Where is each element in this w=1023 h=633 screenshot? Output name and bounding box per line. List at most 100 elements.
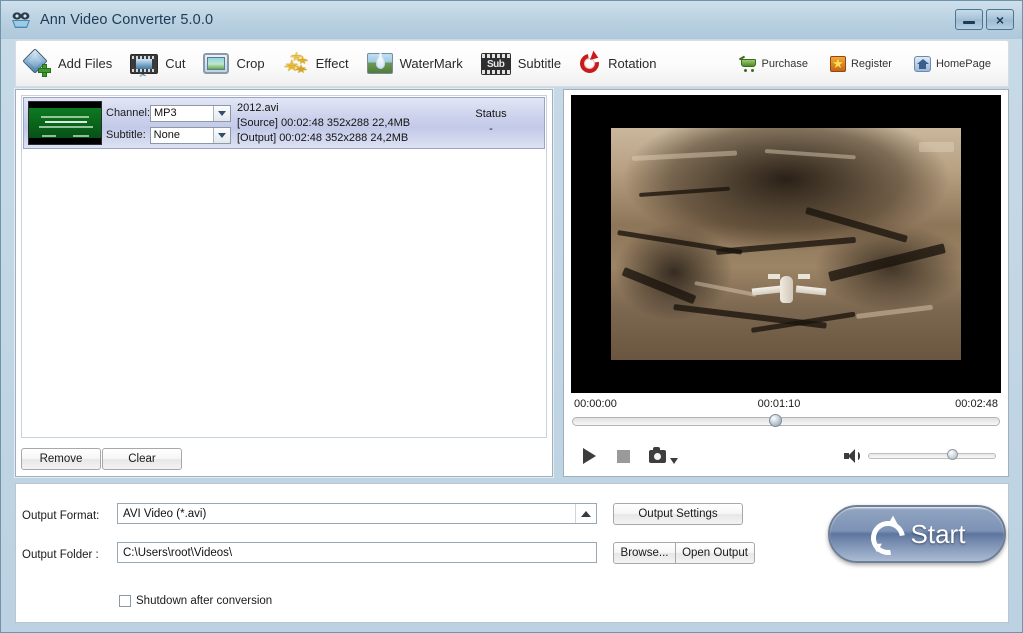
- subtitle-icon-text: Sub: [487, 58, 505, 70]
- watermark-icon: [366, 52, 393, 75]
- start-button-label: Start: [910, 518, 966, 549]
- toolbar-label-watermark: WaterMark: [399, 56, 463, 71]
- output-settings-panel: Output Format: AVI Video (*.avi) Output …: [15, 483, 1009, 623]
- toolbar-right-group: Purchase ★ Register HomePage: [728, 55, 1009, 72]
- effect-icon: ★ ★ ★ ★: [284, 48, 308, 76]
- chevron-down-icon: [670, 458, 678, 464]
- output-settings-button[interactable]: Output Settings: [613, 503, 743, 525]
- remove-button[interactable]: Remove: [21, 448, 101, 470]
- preview-panel: 00:00:00 00:01:10 00:02:48: [563, 89, 1009, 477]
- rotation-icon: [576, 49, 603, 77]
- time-current: 00:01:10: [757, 398, 801, 410]
- subtitle-row: Subtitle: None: [106, 126, 231, 144]
- time-total: 00:02:48: [955, 398, 998, 410]
- subtitle-icon: Sub: [480, 52, 511, 76]
- seek-handle[interactable]: [768, 414, 782, 427]
- play-button[interactable]: [576, 445, 602, 467]
- video-frame-image: [611, 128, 961, 360]
- toolbar-label-crop: Crop: [236, 56, 265, 71]
- volume-control: [844, 449, 996, 463]
- close-button[interactable]: ×: [986, 9, 1014, 30]
- window-controls: ×: [955, 9, 1014, 30]
- toolbar-item-homepage[interactable]: HomePage: [903, 55, 1002, 72]
- window-title: Ann Video Converter 5.0.0: [40, 12, 214, 28]
- player-controls: [564, 438, 1008, 474]
- row-selectors: Channel: MP3 Subtitle: None: [106, 98, 231, 148]
- main-toolbar: Add Files ✂ Cut Crop ★ ★ ★ ★ Effect WaterMa…: [15, 40, 1009, 87]
- subtitle-value: None: [153, 129, 180, 141]
- toolbar-label-subtitle: Subtitle: [517, 56, 562, 71]
- home-icon: [913, 55, 931, 72]
- toolbar-item-cut[interactable]: ✂ Cut: [121, 41, 194, 86]
- output-format-field[interactable]: AVI Video (*.avi): [117, 503, 597, 524]
- toolbar-item-rotation[interactable]: Rotation: [570, 41, 665, 86]
- output-info: [Output] 00:02:48 352x288 24,2MB: [237, 132, 409, 144]
- channel-select[interactable]: MP3: [150, 104, 231, 122]
- volume-slider[interactable]: [868, 449, 996, 462]
- status-column: Status -: [444, 98, 544, 148]
- toolbar-label-effect: Effect: [315, 56, 349, 71]
- chevron-up-icon[interactable]: [575, 504, 596, 523]
- time-start: 00:00:00: [574, 398, 617, 410]
- channel-value: MP3: [154, 107, 177, 119]
- subtitle-select[interactable]: None: [149, 126, 231, 144]
- seek-track[interactable]: [572, 417, 1000, 426]
- toolbar-label-cut: Cut: [165, 56, 186, 71]
- browse-button[interactable]: Browse...: [613, 542, 676, 564]
- volume-track: [868, 453, 996, 459]
- subtitle-label: Subtitle:: [106, 129, 146, 141]
- open-output-button[interactable]: Open Output: [675, 542, 755, 564]
- minimize-button[interactable]: [955, 9, 983, 30]
- checkbox-box[interactable]: [119, 595, 131, 607]
- stop-button[interactable]: [610, 445, 636, 467]
- file-name: 2012.avi: [237, 102, 279, 114]
- cut-icon: ✂: [130, 52, 159, 80]
- toolbar-item-register[interactable]: ★ Register: [819, 55, 903, 72]
- toolbar-item-effect[interactable]: ★ ★ ★ ★ Effect: [274, 41, 358, 86]
- output-folder-label: Output Folder :: [22, 549, 99, 561]
- table-row[interactable]: Channel: MP3 Subtitle: None 2012.avi [So…: [23, 97, 545, 149]
- start-button[interactable]: Start: [828, 505, 1006, 563]
- chevron-down-icon[interactable]: [213, 127, 230, 143]
- output-format-label: Output Format:: [22, 510, 100, 522]
- snapshot-button[interactable]: [644, 445, 678, 467]
- star-badge-icon: ★: [829, 55, 846, 72]
- shutdown-label: Shutdown after conversion: [136, 595, 273, 607]
- timeline-labels: 00:00:00 00:01:10 00:02:48: [574, 396, 998, 412]
- application-window: Ann Video Converter 5.0.0 × Add Files ✂ …: [0, 0, 1023, 633]
- file-list-panel: Channel: MP3 Subtitle: None 2012.avi [So…: [15, 89, 553, 477]
- shutdown-checkbox[interactable]: Shutdown after conversion: [119, 595, 272, 607]
- toolbar-item-subtitle[interactable]: Sub Subtitle: [472, 41, 570, 86]
- refresh-icon: [869, 515, 900, 553]
- toolbar-label-add-files: Add Files: [58, 56, 113, 71]
- toolbar-label-rotation: Rotation: [608, 56, 657, 71]
- toolbar-item-purchase[interactable]: Purchase: [728, 55, 819, 72]
- toolbar-item-add-files[interactable]: Add Files: [16, 41, 121, 86]
- seek-slider[interactable]: [572, 414, 1000, 428]
- file-list[interactable]: Channel: MP3 Subtitle: None 2012.avi [So…: [21, 95, 547, 438]
- letterbox-left: [571, 95, 611, 393]
- channel-label: Channel:: [106, 107, 151, 119]
- crop-icon: [203, 52, 230, 75]
- file-thumbnail: [28, 101, 102, 145]
- speaker-icon[interactable]: [844, 449, 860, 463]
- video-display[interactable]: [571, 95, 1001, 393]
- source-info: [Source] 00:02:48 352x288 22,4MB: [237, 117, 411, 129]
- output-folder-field[interactable]: C:\Users\root\Videos\: [117, 542, 597, 563]
- toolbar-item-watermark[interactable]: WaterMark: [358, 41, 472, 86]
- toolbar-label-register: Register: [850, 57, 892, 70]
- title-bar[interactable]: Ann Video Converter 5.0.0 ×: [1, 1, 1022, 39]
- toolbar-item-crop[interactable]: Crop: [194, 41, 273, 86]
- channel-row: Channel: MP3: [106, 104, 231, 122]
- airplane-in-frame: [751, 272, 827, 306]
- toolbar-label-homepage: HomePage: [935, 57, 991, 70]
- output-format-value: AVI Video (*.avi): [123, 507, 207, 520]
- add-files-icon: [22, 47, 51, 77]
- chevron-down-icon[interactable]: [213, 105, 230, 121]
- clear-button[interactable]: Clear: [102, 448, 182, 470]
- status-badge: -: [489, 123, 493, 135]
- letterbox-right: [961, 95, 1001, 393]
- file-meta: 2012.avi [Source] 00:02:48 352x288 22,4M…: [231, 98, 444, 148]
- list-buttons: Remove Clear: [21, 448, 182, 470]
- toolbar-label-purchase: Purchase: [761, 57, 808, 70]
